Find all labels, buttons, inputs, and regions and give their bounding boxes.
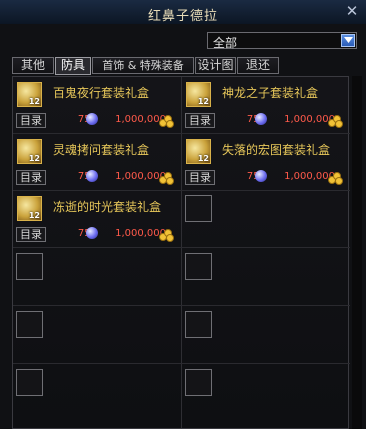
empty-slot [13, 307, 179, 363]
item-name: 百鬼夜行套装礼盒 [53, 86, 150, 100]
item-name: 神龙之子套装礼盒 [222, 86, 319, 100]
empty-slot [182, 307, 348, 363]
gem-currency-icon [86, 227, 98, 239]
window-title: 红鼻子德拉 [147, 9, 218, 24]
close-icon[interactable]: ✕ [344, 3, 360, 19]
catalog-button[interactable]: 目录 [16, 170, 46, 185]
gold-coins-icon [328, 171, 343, 185]
chevron-down-icon[interactable] [341, 34, 355, 47]
tab-other[interactable]: 其他 [12, 57, 54, 74]
empty-item-box [185, 311, 212, 338]
gold-coins-icon [159, 114, 174, 128]
empty-slot [13, 365, 179, 421]
item-list: 12 百鬼夜行套装礼盒 目录 750 1,000,000 12 神龙之子套装礼盒… [12, 76, 350, 429]
category-filter-dropdown[interactable]: 全部 [207, 32, 357, 50]
title-bar: 红鼻子德拉 ✕ [0, 0, 366, 25]
catalog-button[interactable]: 目录 [185, 113, 215, 128]
list-item[interactable]: 12 冻逝的时光套装礼盒 目录 750 1,000,000 [13, 191, 179, 247]
gift-box-icon: 12 [17, 139, 42, 164]
empty-slot [182, 365, 348, 421]
gold-coins-icon [328, 114, 343, 128]
tab-designs[interactable]: 设计图 [195, 57, 236, 74]
gold-coins-icon [159, 228, 174, 242]
row-divider [13, 305, 350, 306]
list-item[interactable]: 12 失落的宏图套装礼盒 目录 750 1,000,000 [182, 134, 348, 190]
tab-armor[interactable]: 防具 [55, 57, 91, 75]
catalog-button[interactable]: 目录 [16, 113, 46, 128]
row-divider [13, 247, 350, 248]
item-gold-cost: 1,000,000 [284, 171, 335, 182]
item-gold-cost: 1,000,000 [284, 114, 335, 125]
list-item[interactable]: 12 百鬼夜行套装礼盒 目录 750 1,000,000 [13, 77, 179, 133]
empty-item-box [16, 253, 43, 280]
empty-slot [182, 249, 348, 305]
item-name: 冻逝的时光套装礼盒 [53, 200, 162, 214]
tab-accessories[interactable]: 首饰 & 特殊装备 [92, 57, 194, 74]
tab-return[interactable]: 退还 [237, 57, 279, 74]
gift-box-icon: 12 [17, 196, 42, 221]
filter-selected-value: 全部 [213, 36, 238, 50]
item-name: 灵魂拷问套装礼盒 [53, 143, 150, 157]
item-gold-cost: 1,000,000 [115, 228, 166, 239]
empty-slot [13, 249, 179, 305]
gift-box-icon: 12 [17, 82, 42, 107]
gem-currency-icon [86, 170, 98, 182]
catalog-button[interactable]: 目录 [185, 170, 215, 185]
gift-box-icon: 12 [186, 139, 211, 164]
catalog-button[interactable]: 目录 [16, 227, 46, 242]
list-item[interactable]: 12 神龙之子套装礼盒 目录 750 1,000,000 [182, 77, 348, 133]
gem-currency-icon [255, 170, 267, 182]
item-name: 失落的宏图套装礼盒 [222, 143, 331, 157]
empty-slot [182, 191, 348, 247]
row-divider [13, 363, 350, 364]
list-item[interactable]: 12 灵魂拷问套装礼盒 目录 750 1,000,000 [13, 134, 179, 190]
item-gold-cost: 1,000,000 [115, 114, 166, 125]
gift-box-icon: 12 [186, 82, 211, 107]
empty-item-box [185, 195, 212, 222]
scrollbar[interactable] [352, 76, 362, 429]
item-gold-cost: 1,000,000 [115, 171, 166, 182]
gold-coins-icon [159, 171, 174, 185]
gem-currency-icon [255, 113, 267, 125]
empty-item-box [16, 369, 43, 396]
gem-currency-icon [86, 113, 98, 125]
empty-item-box [16, 311, 43, 338]
empty-item-box [185, 253, 212, 280]
empty-item-box [185, 369, 212, 396]
